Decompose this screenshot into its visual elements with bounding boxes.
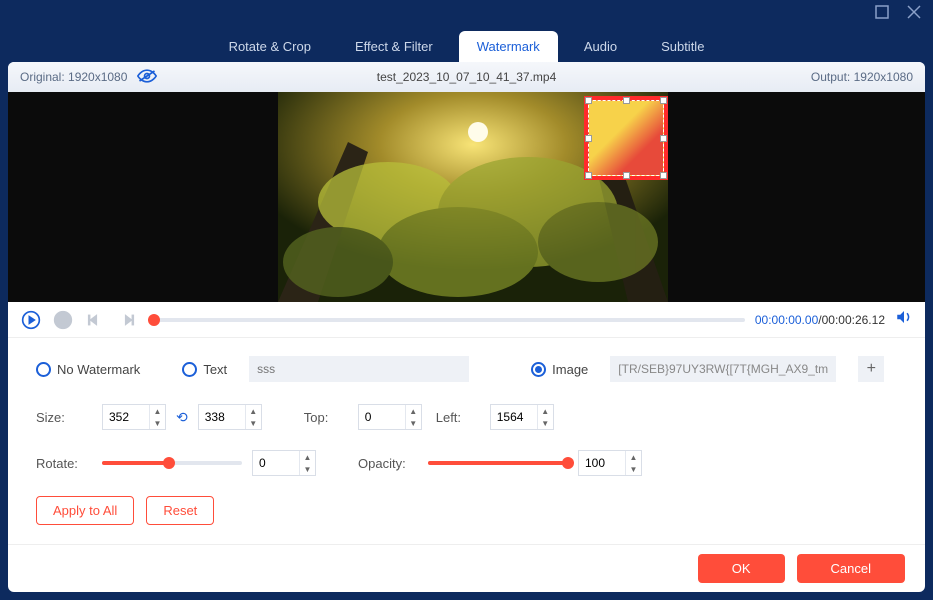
left-spinner[interactable]: ▲▼ — [490, 404, 554, 430]
watermark-type-image[interactable]: Image — [531, 362, 588, 377]
tab-effect-filter[interactable]: Effect & Filter — [337, 31, 451, 62]
top-spinner[interactable]: ▲▼ — [358, 404, 422, 430]
rotate-slider[interactable] — [102, 461, 242, 465]
reset-button[interactable]: Reset — [146, 496, 214, 525]
timeline-slider[interactable] — [148, 318, 745, 322]
prev-frame-button[interactable] — [84, 309, 106, 331]
image-label: Image — [552, 362, 588, 377]
link-dimensions-icon[interactable]: ⟲ — [176, 409, 188, 426]
original-resolution: Original: 1920x1080 — [20, 70, 127, 84]
play-button[interactable] — [20, 309, 42, 331]
tab-rotate-crop[interactable]: Rotate & Crop — [211, 31, 329, 62]
watermark-overlay[interactable] — [584, 96, 668, 180]
rotate-spinner[interactable]: ▲▼ — [252, 450, 316, 476]
watermark-text-input[interactable] — [249, 356, 469, 382]
size-height-spinner[interactable]: ▲▼ — [198, 404, 262, 430]
editor-tabs: Rotate & Crop Effect & Filter Watermark … — [0, 28, 933, 62]
stop-button[interactable] — [52, 309, 74, 331]
rotate-label: Rotate: — [36, 456, 92, 471]
watermark-image-path[interactable] — [610, 356, 836, 382]
apply-to-all-button[interactable]: Apply to All — [36, 496, 134, 525]
tab-subtitle[interactable]: Subtitle — [643, 31, 722, 62]
tab-watermark[interactable]: Watermark — [459, 31, 558, 62]
opacity-label: Opacity: — [358, 456, 418, 471]
size-width-spinner[interactable]: ▲▼ — [102, 404, 166, 430]
opacity-spinner[interactable]: ▲▼ — [578, 450, 642, 476]
size-label: Size: — [36, 410, 92, 425]
tab-audio[interactable]: Audio — [566, 31, 635, 62]
maximize-icon[interactable] — [875, 5, 889, 24]
ok-button[interactable]: OK — [698, 554, 785, 583]
cancel-button[interactable]: Cancel — [797, 554, 905, 583]
left-label: Left: — [436, 410, 480, 425]
text-label: Text — [203, 362, 227, 377]
filename: test_2023_10_07_10_41_37.mp4 — [377, 70, 557, 84]
preview-toggle-icon[interactable] — [137, 69, 157, 86]
video-preview[interactable] — [8, 92, 925, 302]
top-label: Top: — [304, 410, 348, 425]
close-icon[interactable] — [907, 5, 921, 24]
volume-icon[interactable] — [895, 308, 913, 331]
add-image-button[interactable]: + — [858, 356, 884, 382]
watermark-type-none[interactable]: No Watermark — [36, 362, 140, 377]
next-frame-button[interactable] — [116, 309, 138, 331]
no-watermark-label: No Watermark — [57, 362, 140, 377]
opacity-slider[interactable] — [428, 461, 568, 465]
output-resolution: Output: 1920x1080 — [811, 70, 913, 84]
timecode: 00:00:00.00/00:00:26.12 — [755, 313, 885, 327]
watermark-type-text[interactable]: Text — [182, 362, 227, 377]
